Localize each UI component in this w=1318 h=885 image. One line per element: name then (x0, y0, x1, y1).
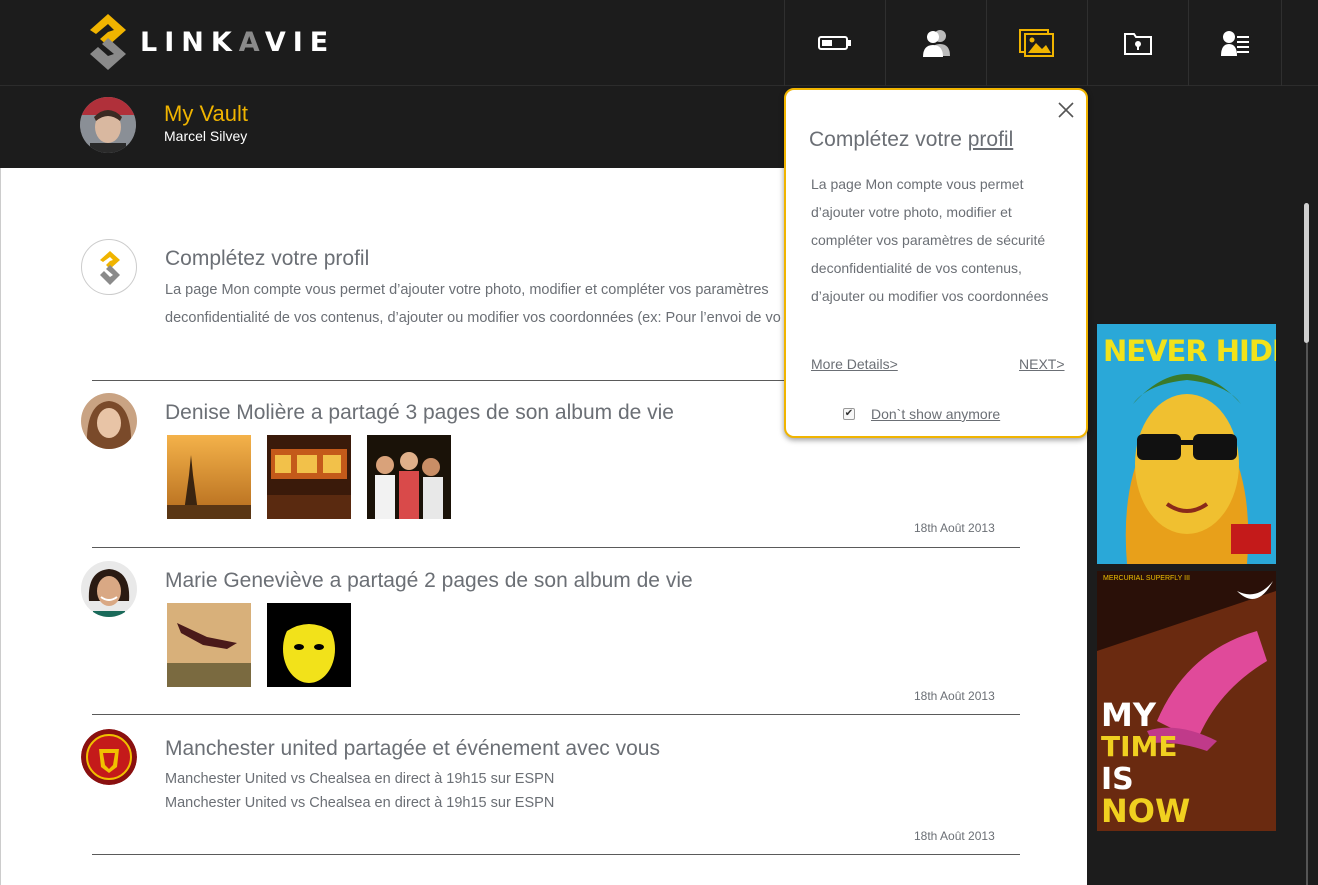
popup-title: Complétez votre profil (809, 128, 1013, 152)
user-avatar[interactable] (80, 97, 136, 153)
photo-thumbnail-skydiver[interactable] (167, 603, 251, 687)
logo-text-part-1: LINK (140, 26, 239, 58)
ad-rayban[interactable]: NEVER HIDE (1097, 324, 1276, 564)
popup-body: La page Mon compte vous permet d’ajouter… (811, 176, 1049, 304)
linkavie-avatar (81, 239, 137, 295)
scrollbar-track[interactable] (1300, 168, 1318, 885)
users-icon (923, 30, 950, 57)
feed-text-line: La page Mon compte vous permet d’ajouter… (165, 282, 769, 298)
gallery-icon (1019, 29, 1054, 57)
nav-folder-lock[interactable] (1087, 0, 1188, 86)
profile-tooltip-popup: Complétez votre profil La page Mon compt… (784, 88, 1088, 438)
divider (92, 714, 1020, 715)
ad-nike[interactable]: MERCURIAL SUPERFLY III MY TIME IS NOW (1097, 571, 1276, 831)
logo[interactable]: LINKAVIE (86, 12, 335, 72)
vault-header: My Vault Marcel Silvey (0, 86, 1318, 168)
feed-title[interactable]: Manchester united partagée et événement … (165, 737, 660, 761)
nav-battery[interactable] (784, 0, 885, 86)
ad-nike-text-time: TIME (1101, 730, 1178, 763)
photo-thumbnail-face[interactable] (267, 603, 351, 687)
logo-text: LINKAVIE (140, 27, 335, 58)
ad-nike-text-is: IS (1101, 762, 1134, 797)
divider (92, 854, 1020, 855)
popup-profile-link[interactable]: profil (968, 128, 1014, 151)
marie-avatar[interactable] (81, 561, 137, 617)
feed-title[interactable]: Denise Molière a partagé 3 pages de son … (165, 401, 674, 425)
popup-title-text: Complétez votre (809, 128, 968, 151)
feed-date: 18th Août 2013 (914, 689, 995, 703)
scrollbar-thumb[interactable] (1304, 203, 1309, 343)
dont-show-checkbox[interactable]: ✔ (843, 408, 855, 420)
photo-thumbnail-eiffel[interactable] (167, 435, 251, 519)
feed-text-line: deconfidentialité de vos contenus, d’ajo… (165, 310, 781, 326)
feed-date: 18th Août 2013 (914, 829, 995, 843)
ad-nike-text-now: NOW (1101, 792, 1191, 830)
dont-show-label[interactable]: Don`t show anymore (871, 406, 1000, 422)
ad-nike-caption: MERCURIAL SUPERFLY III (1103, 575, 1191, 582)
manchester-united-crest[interactable] (81, 729, 137, 785)
feed-title[interactable]: Complétez votre profil (165, 247, 369, 271)
nav-users[interactable] (885, 0, 986, 86)
close-button[interactable] (1056, 100, 1076, 120)
ad-rayban-text: NEVER HIDE (1103, 334, 1276, 368)
more-details-link[interactable]: More Details> (811, 356, 898, 372)
divider (92, 547, 1020, 548)
denise-avatar[interactable] (81, 393, 137, 449)
feed-text-line: Manchester United vs Chealsea en direct … (165, 795, 555, 811)
logo-text-part-3: VIE (264, 26, 336, 58)
top-nav (784, 0, 1282, 86)
vault-user-name: Marcel Silvey (164, 128, 248, 144)
nav-user-list[interactable] (1188, 0, 1282, 86)
feed-date: 18th Août 2013 (914, 521, 995, 535)
vault-title: My Vault (164, 101, 248, 126)
next-link[interactable]: NEXT> (1019, 356, 1065, 372)
close-icon (1058, 102, 1074, 118)
photo-thumbnail-cafe[interactable] (267, 435, 351, 519)
feed-title[interactable]: Marie Geneviève a partagé 2 pages de son… (165, 569, 693, 593)
feed-text-line: Manchester United vs Chealsea en direct … (165, 771, 555, 787)
logo-text-part-2: A (238, 26, 265, 58)
top-bar: LINKAVIE (0, 0, 1318, 86)
battery-icon (818, 36, 851, 50)
ad-nike-text-my: MY (1101, 696, 1157, 734)
logo-mark-icon (86, 12, 130, 72)
user-list-icon (1221, 31, 1249, 56)
scrollbar-rail (1306, 343, 1308, 885)
nav-gallery[interactable] (986, 0, 1087, 86)
photo-thumbnail-friends[interactable] (367, 435, 451, 519)
folder-lock-icon (1124, 33, 1152, 55)
